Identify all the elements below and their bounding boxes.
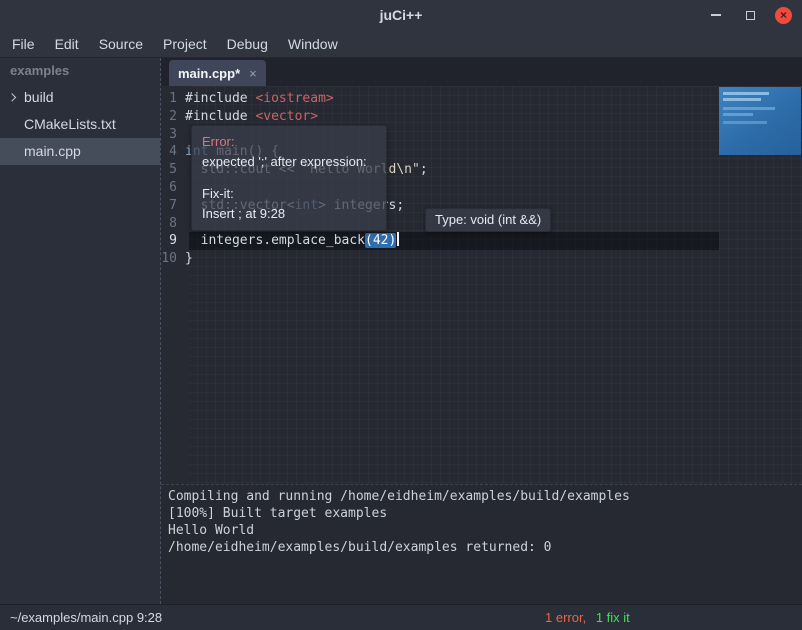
code-line-1[interactable]: 1#include <iostream>	[161, 90, 802, 108]
menu-project[interactable]: Project	[153, 36, 217, 52]
code-line-10[interactable]: 10}	[161, 250, 802, 268]
tooltip-spacer	[202, 172, 376, 184]
menu-window[interactable]: Window	[278, 36, 348, 52]
code-editor[interactable]: 1#include <iostream>2#include <vector>34…	[161, 86, 802, 484]
line-number: 1	[161, 90, 185, 108]
project-name: examples	[0, 58, 160, 84]
file-label: build	[24, 89, 54, 105]
code-token: <iostream>	[255, 91, 333, 106]
code-token: <vector>	[255, 109, 318, 124]
code-token: integers.emplace_back	[185, 233, 365, 248]
menu-edit[interactable]: Edit	[45, 36, 89, 52]
status-diagnostics: 1 error, 1 fix it	[545, 610, 630, 625]
line-number: 2	[161, 108, 185, 126]
minimap-line	[723, 92, 769, 95]
type-tooltip: Type: void (int &&)	[425, 208, 551, 232]
minimize-icon	[711, 14, 721, 16]
fixit-tooltip-title: Fix-it:	[202, 184, 376, 204]
code-token: #include	[185, 91, 255, 106]
fixit-count: 1 fix it	[596, 610, 630, 625]
menu-file[interactable]: File	[2, 36, 45, 52]
terminal-line: Hello World	[168, 522, 795, 539]
window-controls: ×	[707, 0, 792, 30]
menu-debug[interactable]: Debug	[217, 36, 278, 52]
restore-icon	[746, 11, 755, 20]
sidebar-item-cmakelists-txt[interactable]: CMakeLists.txt	[0, 111, 160, 138]
error-tooltip-message: expected ';' after expression:	[202, 152, 376, 172]
line-number: 8	[161, 215, 185, 233]
tab-label: main.cpp*	[178, 66, 240, 81]
fixit-tooltip-text: Insert ; at 9:28	[202, 204, 376, 224]
text-cursor	[397, 232, 399, 246]
tab-close-icon[interactable]: ×	[249, 66, 257, 81]
code-token: (42)	[365, 233, 396, 248]
minimap-line	[723, 107, 775, 110]
terminal-line: Compiling and running /home/eidheim/exam…	[168, 488, 795, 505]
code-token: #include	[185, 109, 255, 124]
editor-pane: main.cpp* × 1#include <iostream>2#includ…	[160, 58, 802, 604]
line-number: 7	[161, 197, 185, 215]
code-token: ;	[420, 162, 428, 177]
line-number: 6	[161, 179, 185, 197]
minimap-line	[723, 113, 753, 116]
tabbar: main.cpp* ×	[161, 58, 802, 86]
code-line-2[interactable]: 2#include <vector>	[161, 108, 802, 126]
titlebar[interactable]: juCi++ ×	[0, 0, 802, 30]
line-number: 5	[161, 161, 185, 179]
file-tree: build CMakeLists.txt main.cpp	[0, 84, 160, 165]
main-area: examples build CMakeLists.txt main.cpp mai…	[0, 58, 802, 604]
line-number: 9	[161, 232, 185, 250]
juci-window: juCi++ × FileEditSourceProjectDebugWindo…	[0, 0, 802, 630]
file-label: main.cpp	[24, 143, 81, 159]
menubar: FileEditSourceProjectDebugWindow	[0, 30, 802, 58]
minimap-line	[723, 121, 767, 124]
line-number: 3	[161, 126, 185, 144]
error-tooltip-title: Error:	[202, 132, 376, 152]
chevron-right-icon	[8, 93, 16, 101]
sidebar-item-build[interactable]: build	[0, 84, 160, 111]
terminal-line: /home/eidheim/examples/build/examples re…	[168, 539, 795, 556]
close-button[interactable]: ×	[775, 7, 792, 24]
restore-button[interactable]	[741, 6, 759, 24]
code-token: }	[185, 251, 193, 266]
menu-source[interactable]: Source	[89, 36, 153, 52]
tab-main-cpp[interactable]: main.cpp* ×	[169, 60, 266, 86]
sidebar: examples build CMakeLists.txt main.cpp	[0, 58, 160, 604]
sidebar-item-main-cpp[interactable]: main.cpp	[0, 138, 160, 165]
error-count: 1 error,	[545, 610, 586, 625]
error-tooltip: Error: expected ';' after expression: Fi…	[191, 125, 387, 231]
code-line-9[interactable]: 9 integers.emplace_back(42)	[161, 232, 802, 250]
minimize-button[interactable]	[707, 6, 725, 24]
output-terminal[interactable]: Compiling and running /home/eidheim/exam…	[161, 484, 802, 604]
file-label: CMakeLists.txt	[24, 116, 116, 132]
terminal-line: [100%] Built target examples	[168, 505, 795, 522]
line-number: 10	[161, 250, 185, 268]
status-file-location: ~/examples/main.cpp 9:28	[10, 610, 162, 625]
statusbar: ~/examples/main.cpp 9:28 1 error, 1 fix …	[0, 604, 802, 630]
window-title: juCi++	[380, 7, 423, 23]
line-number: 4	[161, 143, 185, 161]
minimap-line	[723, 98, 761, 101]
minimap[interactable]	[719, 87, 801, 155]
